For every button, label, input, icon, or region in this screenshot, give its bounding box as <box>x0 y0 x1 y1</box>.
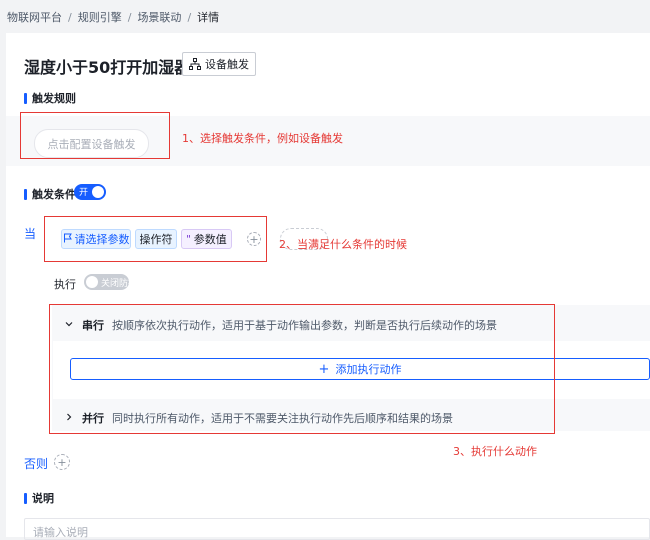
breadcrumb: 物联网平台 / 规则引擎 / 场景联动 / 详情 <box>7 9 219 25</box>
trigger-type-label: 设备触发 <box>205 58 249 71</box>
breadcrumb-item-scene-linkage[interactable]: 场景联动 <box>137 9 181 25</box>
add-else-icon[interactable]: + <box>54 454 70 470</box>
condition-switch-label: 开 <box>79 188 89 198</box>
else-label: 否则 <box>24 457 49 471</box>
condition-title: 触发条件 <box>32 188 76 201</box>
breadcrumb-separator: / <box>187 11 192 24</box>
annotation-trigger: 1、选择触发条件，例如设备触发 <box>182 132 343 145</box>
description-heading: 说明 <box>24 490 54 506</box>
breadcrumb-item-current: 详情 <box>197 11 220 24</box>
condition-switch[interactable]: 开 <box>74 184 106 200</box>
breadcrumb-item-platform[interactable]: 物联网平台 <box>7 9 62 25</box>
trigger-type-button[interactable]: 设备触发 <box>182 52 256 76</box>
param-select-chip[interactable]: 请选择参数 <box>61 229 131 249</box>
value-chip-label: 参数值 <box>193 233 227 246</box>
switch-knob <box>92 186 104 198</box>
annotation-condition: 2、当满足什么条件的时候 <box>279 238 407 251</box>
page-title: 湿度小于50打开加湿器 <box>24 58 191 77</box>
debounce-switch-label: 关闭防抖 <box>101 279 138 289</box>
description-title: 说明 <box>32 492 54 505</box>
section-bar <box>24 92 27 104</box>
switch-knob <box>86 276 98 288</box>
value-chip[interactable]: " 参数值 <box>181 229 232 249</box>
trigger-rule-title: 触发规则 <box>32 92 76 105</box>
debounce-switch[interactable]: 关闭防抖 <box>84 274 137 290</box>
quote-icon: " <box>186 233 191 245</box>
param-select-label: 请选择参数 <box>74 233 130 246</box>
add-condition-term-icon[interactable]: + <box>247 232 261 246</box>
breadcrumb-separator: / <box>127 11 132 24</box>
condition-heading: 触发条件 <box>24 186 76 202</box>
section-bar <box>24 188 27 200</box>
config-trigger-button[interactable]: 点击配置设备触发 <box>34 129 149 158</box>
breadcrumb-separator: / <box>68 11 72 24</box>
when-label: 当 <box>24 227 37 241</box>
section-bar <box>24 492 27 504</box>
operator-chip[interactable]: 操作符 <box>135 229 177 249</box>
breadcrumb-item-rule-engine[interactable]: 规则引擎 <box>78 9 122 25</box>
annotation-box-execution <box>49 304 555 434</box>
flag-icon <box>63 233 73 246</box>
execute-label: 执行 <box>54 278 76 291</box>
annotation-execution: 3、执行什么动作 <box>453 445 537 458</box>
hierarchy-icon <box>189 58 201 70</box>
trigger-rule-heading: 触发规则 <box>24 90 76 106</box>
